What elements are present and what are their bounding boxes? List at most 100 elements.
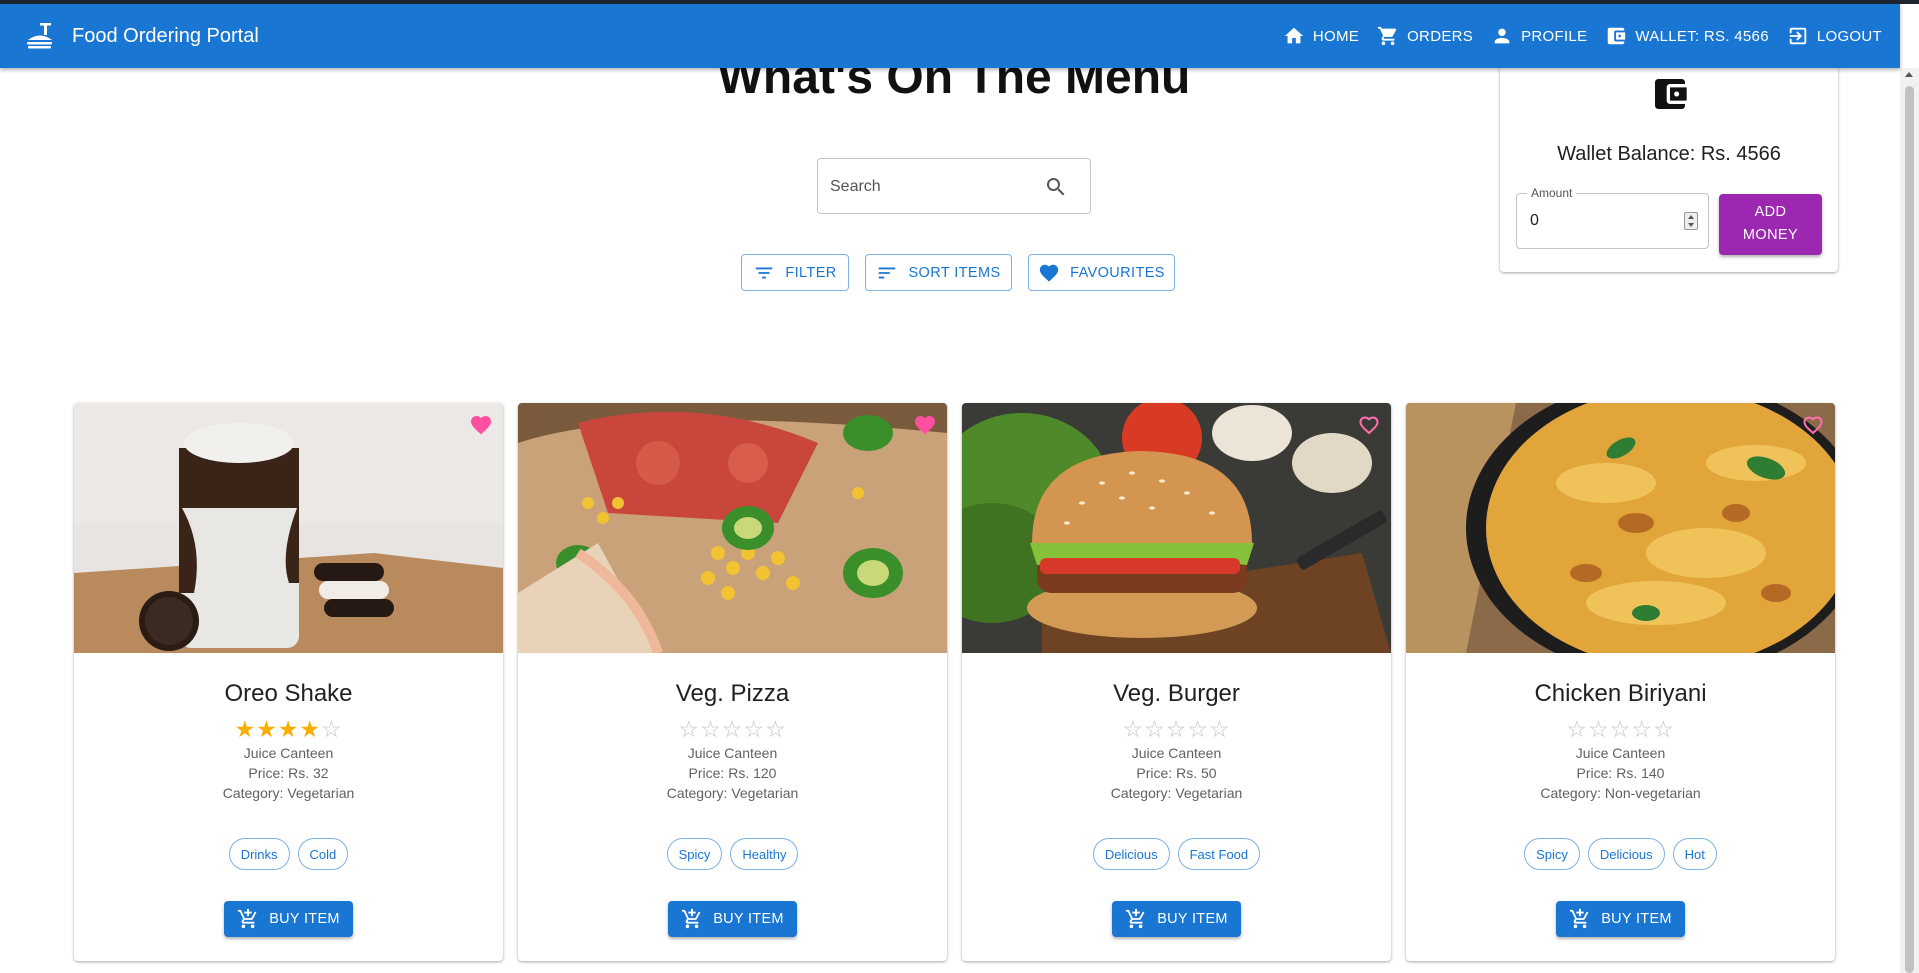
- tag-chip[interactable]: Spicy: [666, 838, 723, 870]
- star-icon[interactable]: ★: [299, 716, 321, 742]
- food-image-chicken-biriyani: [1406, 403, 1835, 653]
- tag-chip[interactable]: Delicious: [1587, 838, 1665, 870]
- nav-wallet-label: WALLET: RS. 4566: [1635, 27, 1769, 45]
- star-outline-icon[interactable]: ☆: [321, 716, 343, 742]
- tag-chip[interactable]: Fast Food: [1177, 838, 1261, 870]
- filter-icon: [756, 267, 773, 278]
- amount-label: Amount: [1527, 186, 1577, 200]
- star-outline-icon[interactable]: ☆: [765, 716, 787, 742]
- food-card: Veg. Burger ☆☆☆☆☆ Juice Canteen Price: R…: [962, 403, 1391, 961]
- amount-input[interactable]: 0: [1530, 212, 1539, 230]
- star-outline-icon[interactable]: ☆: [700, 716, 722, 742]
- wallet-balance: Wallet Balance: Rs. 4566: [1557, 143, 1781, 165]
- amount-field[interactable]: Amount 0: [1516, 186, 1709, 249]
- rating-stars[interactable]: ★★★★☆: [74, 717, 503, 741]
- tag-chip[interactable]: Drinks: [228, 838, 290, 870]
- food-image-veg-burger: [962, 403, 1391, 653]
- filter-button[interactable]: FILTER: [741, 254, 849, 291]
- nav-orders-label: ORDERS: [1407, 27, 1474, 45]
- star-outline-icon[interactable]: ☆: [1122, 716, 1144, 742]
- item-price: Price: Rs. 32: [248, 765, 329, 781]
- rating-stars[interactable]: ☆☆☆☆☆: [1406, 717, 1835, 741]
- nav-home[interactable]: HOME: [1283, 25, 1359, 47]
- star-icon[interactable]: ★: [278, 716, 300, 742]
- sort-icon: [879, 267, 896, 278]
- nav-profile[interactable]: PROFILE: [1491, 25, 1587, 47]
- add-money-button[interactable]: ADD MONEY: [1719, 194, 1822, 255]
- add-shopping-cart-icon: [238, 908, 257, 929]
- add-shopping-cart-icon: [1126, 908, 1145, 929]
- tag-chip[interactable]: Spicy: [1524, 838, 1580, 870]
- star-icon[interactable]: ★: [234, 716, 256, 742]
- page-scrollbar[interactable]: [1900, 68, 1919, 973]
- rating-stars[interactable]: ☆☆☆☆☆: [962, 717, 1391, 741]
- nav-profile-label: PROFILE: [1521, 27, 1588, 45]
- buy-item-button[interactable]: BUY ITEM: [224, 901, 353, 937]
- add-money-label-line2: MONEY: [1742, 227, 1799, 243]
- home-icon: [1284, 27, 1304, 44]
- food-card: Veg. Pizza ☆☆☆☆☆ Juice Canteen Price: Rs…: [518, 403, 947, 961]
- filter-button-label: FILTER: [785, 264, 837, 281]
- star-outline-icon[interactable]: ☆: [1166, 716, 1188, 742]
- item-name: Veg. Burger: [1113, 680, 1240, 707]
- tag-chips: Delicious Fast Food: [962, 838, 1391, 870]
- add-shopping-cart-icon: [682, 908, 701, 929]
- nav-wallet[interactable]: WALLET: RS. 4566: [1605, 25, 1769, 47]
- sort-items-button[interactable]: SORT ITEMS: [865, 254, 1012, 291]
- tag-chip[interactable]: Healthy: [730, 838, 799, 870]
- star-outline-icon[interactable]: ☆: [1653, 716, 1675, 742]
- star-outline-icon[interactable]: ☆: [743, 716, 765, 742]
- item-name: Veg. Pizza: [675, 680, 790, 707]
- add-money-label-line1: ADD: [1754, 204, 1787, 220]
- nav-logout[interactable]: LOGOUT: [1787, 25, 1882, 47]
- star-outline-icon[interactable]: ☆: [1610, 716, 1632, 742]
- buy-item-button[interactable]: BUY ITEM: [668, 901, 797, 937]
- star-outline-icon[interactable]: ☆: [722, 716, 744, 742]
- favourite-heart-icon[interactable]: [469, 413, 493, 437]
- cart-icon: [1378, 26, 1397, 46]
- item-canteen: Juice Canteen: [1131, 745, 1222, 761]
- nav-home-label: HOME: [1312, 27, 1360, 45]
- wallet-icon: [1655, 79, 1687, 109]
- food-card: Oreo Shake ★★★★☆ Juice Canteen Price: Rs…: [74, 403, 503, 961]
- nav-orders[interactable]: ORDERS: [1377, 25, 1473, 47]
- buy-item-button[interactable]: BUY ITEM: [1556, 901, 1685, 937]
- item-price: Price: Rs. 140: [1576, 765, 1665, 781]
- item-category: Category: Vegetarian: [666, 785, 799, 801]
- app-title: Food Ordering Portal: [72, 25, 259, 47]
- item-category: Category: Non-vegetarian: [1540, 785, 1701, 801]
- star-outline-icon[interactable]: ☆: [1144, 716, 1166, 742]
- amount-stepper[interactable]: [1684, 212, 1698, 230]
- item-name: Chicken Biriyani: [1534, 680, 1707, 707]
- top-nav: HOME ORDERS PROFILE WALLET: RS. 4566 LOG…: [1283, 4, 1900, 68]
- rating-stars[interactable]: ☆☆☆☆☆: [518, 717, 947, 741]
- item-name: Oreo Shake: [224, 680, 353, 707]
- favourite-heart-outline-icon[interactable]: [1801, 413, 1825, 437]
- wallet-card: Wallet Balance: Rs. 4566 Amount 0 ADD MO…: [1500, 64, 1838, 272]
- favourites-button-label: FAVOURITES: [1070, 264, 1165, 281]
- star-outline-icon[interactable]: ☆: [1209, 716, 1231, 742]
- item-price: Price: Rs. 120: [688, 765, 777, 781]
- buy-item-button[interactable]: BUY ITEM: [1112, 901, 1241, 937]
- favourites-button[interactable]: FAVOURITES: [1028, 254, 1175, 291]
- food-image-oreo-shake: [74, 403, 503, 653]
- search-input[interactable]: [830, 175, 1030, 199]
- search-icon[interactable]: [1044, 175, 1068, 199]
- star-outline-icon[interactable]: ☆: [1588, 716, 1610, 742]
- search-field[interactable]: [817, 158, 1091, 214]
- star-outline-icon[interactable]: ☆: [678, 716, 700, 742]
- tag-chips: Spicy Delicious Hot: [1406, 838, 1835, 870]
- star-outline-icon[interactable]: ☆: [1631, 716, 1653, 742]
- tag-chip[interactable]: Hot: [1672, 838, 1717, 870]
- logout-icon: [1789, 27, 1807, 45]
- star-outline-icon[interactable]: ☆: [1566, 716, 1588, 742]
- scroll-thumb[interactable]: [1905, 86, 1914, 973]
- tag-chip[interactable]: Delicious: [1092, 838, 1170, 870]
- tag-chip[interactable]: Cold: [297, 838, 349, 870]
- fastfood-logo-icon: [27, 23, 52, 49]
- star-outline-icon[interactable]: ☆: [1187, 716, 1209, 742]
- favourite-heart-outline-icon[interactable]: [1357, 413, 1381, 437]
- favourite-heart-icon[interactable]: [913, 413, 937, 437]
- star-icon[interactable]: ★: [256, 716, 278, 742]
- food-card: Chicken Biriyani ☆☆☆☆☆ Juice Canteen Pri…: [1406, 403, 1835, 961]
